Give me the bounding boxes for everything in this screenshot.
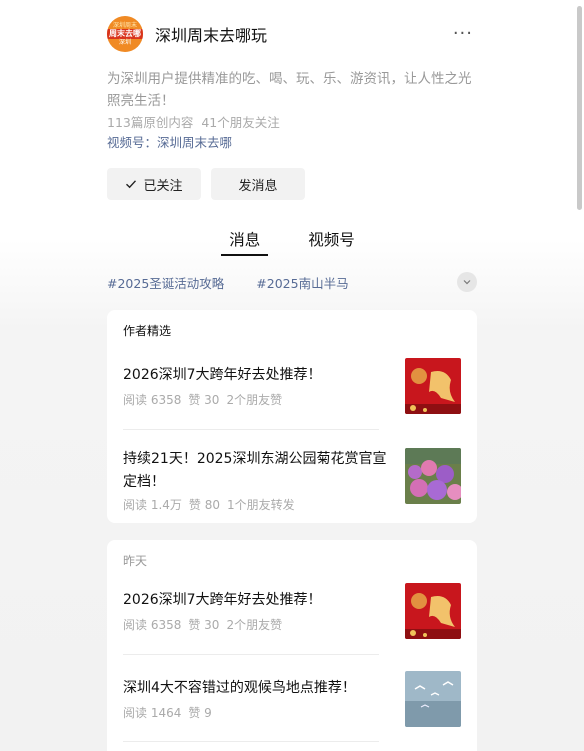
channel-link[interactable]: 视频号：深圳周末去哪 — [107, 134, 477, 152]
featured-title: 作者精选 — [123, 324, 172, 338]
article-title: 2026深圳7大跨年好去处推荐！ — [123, 367, 322, 383]
profile-title-row: 深圳周末 周末去哪 深圳 深圳周末去哪玩 ··· — [107, 16, 477, 52]
like-count: 赞 80 — [188, 498, 220, 512]
message-button[interactable]: 发消息 — [211, 168, 305, 200]
divider — [123, 741, 379, 742]
tab-channels[interactable]: 视频号 — [308, 228, 355, 256]
chevron-down-icon[interactable] — [457, 272, 477, 292]
friends-repost: 1个朋友转发 — [227, 498, 295, 512]
avatar[interactable]: 深圳周末 周末去哪 深圳 — [107, 16, 143, 52]
list-item[interactable]: 2026深圳7大跨年好去处推荐！ 阅读 6358 赞 30 2个朋友赞 — [123, 583, 461, 639]
friends-like: 2个朋友赞 — [226, 393, 283, 407]
account-stats: 113篇原创内容 41个朋友关注 — [107, 114, 477, 132]
read-count: 阅读 1464 — [123, 706, 182, 720]
tag-half-marathon[interactable]: #2025南山半马 — [256, 273, 348, 292]
article-thumbnail — [405, 448, 461, 504]
original-count: 113篇原创内容 — [107, 115, 194, 130]
article-title: 2026深圳7大跨年好去处推荐！ — [123, 592, 322, 608]
list-item[interactable]: 持续21天！2025深圳东湖公园菊花赏官宣定档！ 阅读 1.4万赞 80 1个朋友… — [123, 448, 461, 513]
article-thumbnail — [405, 671, 461, 727]
account-name: 深圳周末去哪玩 — [155, 26, 268, 45]
friends-like: 2个朋友赞 — [226, 618, 283, 632]
list-item[interactable]: 2026深圳7大跨年好去处推荐！ 阅读 6358 赞 30 2个朋友赞 — [123, 358, 461, 414]
read-count: 阅读 6358 — [123, 618, 182, 632]
message-button-label: 发消息 — [238, 178, 278, 194]
scrollbar[interactable] — [577, 6, 582, 210]
article-title: 持续21天！2025深圳东湖公园菊花赏官宣定档！ — [123, 451, 387, 490]
more-icon[interactable]: ··· — [453, 25, 473, 43]
read-count: 阅读 6358 — [123, 393, 182, 407]
check-icon — [126, 180, 137, 189]
like-count: 赞 30 — [188, 618, 220, 632]
like-count: 赞 9 — [188, 706, 212, 720]
tag-christmas[interactable]: #2025圣诞活动攻略 — [107, 273, 224, 292]
divider — [123, 654, 379, 655]
friends-following: 41个朋友关注 — [201, 115, 280, 130]
yesterday-card: 昨天 2026深圳7大跨年好去处推荐！ 阅读 6358 赞 30 2个朋友赞 深圳4… — [107, 540, 477, 751]
yesterday-title: 昨天 — [123, 554, 148, 568]
tab-messages[interactable]: 消息 — [221, 228, 269, 256]
tag-row: #2025圣诞活动攻略 #2025南山半马 — [107, 272, 477, 292]
article-title: 深圳4大不容错过的观候鸟地点推荐！ — [123, 680, 356, 696]
divider — [123, 429, 379, 430]
list-item[interactable]: 深圳4大不容错过的观候鸟地点推荐！ 阅读 1464 赞 9 — [123, 671, 461, 727]
article-thumbnail — [405, 583, 461, 639]
tab-bar: 消息 视频号 — [0, 228, 584, 256]
like-count: 赞 30 — [188, 393, 220, 407]
avatar-text-mid: 周末去哪 — [107, 28, 143, 39]
read-count: 阅读 1.4万 — [123, 498, 182, 512]
featured-card: 作者精选 2026深圳7大跨年好去处推荐！ 阅读 6358 赞 30 2个朋友赞 持… — [107, 310, 477, 523]
follow-button[interactable]: 已关注 — [107, 168, 201, 200]
follow-button-label: 已关注 — [143, 178, 183, 194]
action-buttons: 已关注 发消息 — [107, 168, 477, 200]
account-bio: 为深圳用户提供精准的吃、喝、玩、乐、游资讯，让人性之光照亮生活！ — [107, 71, 472, 109]
avatar-text-bottom: 深圳 — [118, 38, 131, 46]
avatar-text-top: 深圳周末 — [112, 21, 137, 29]
article-thumbnail — [405, 358, 461, 414]
profile-header: 深圳周末 周末去哪 深圳 深圳周末去哪玩 ··· 为深圳用户提供精准的吃、喝、玩… — [107, 16, 477, 200]
